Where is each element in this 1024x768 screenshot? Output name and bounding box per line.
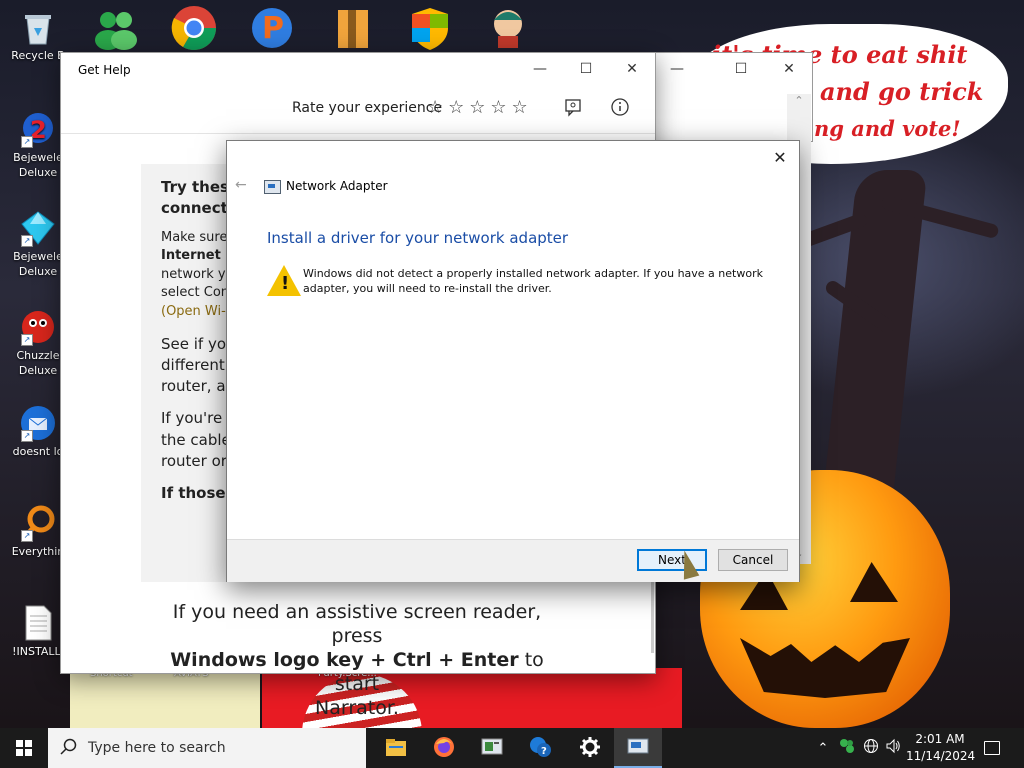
card-text: router, an [161, 377, 236, 395]
chrome-icon[interactable] [170, 4, 218, 52]
rating-stars[interactable]: ☆☆☆☆☆ [427, 97, 533, 118]
game-character-icon[interactable] [484, 4, 532, 52]
taskbar-network-adapter[interactable] [614, 728, 662, 768]
notification-center-button[interactable] [978, 728, 1006, 768]
desktop-icon-label: Recycle B [11, 49, 65, 62]
taskbar-get-help[interactable]: ? [516, 728, 564, 768]
close-button[interactable]: ✕ [609, 53, 655, 85]
file-explorer-icon [385, 737, 407, 760]
dialog-footer: Next Cancel [227, 539, 799, 582]
dialog-heading: Install a driver for your network adapte… [267, 229, 569, 247]
narrator-shortcut: Windows logo key + Ctrl + Enter [170, 649, 519, 671]
everything-search-icon: ↗ [19, 504, 57, 542]
rate-experience-label: Rate your experience [292, 100, 443, 116]
dialog-message: Windows did not detect a properly instal… [303, 267, 763, 295]
cancel-button[interactable]: Cancel [718, 549, 788, 571]
card-text: the cable [161, 431, 231, 449]
card-text: See if you [161, 335, 236, 353]
clock-time: 2:01 AM [915, 732, 965, 746]
chuzzle-icon: ↗ [19, 308, 57, 346]
system-tray: ⌃ [812, 728, 904, 768]
narrator-text: If you need an assistive screen reader, … [172, 601, 542, 647]
maximize-button[interactable]: ☐ [718, 53, 764, 85]
document-icon [19, 604, 57, 642]
search-icon [60, 738, 80, 758]
open-wifi-settings-link[interactable]: (Open Wi-F [161, 304, 233, 319]
archive-icon[interactable] [330, 4, 378, 52]
shortcut-arrow-icon: ↗ [21, 334, 33, 346]
narrator-text: Narrator. [315, 697, 399, 719]
firefox-icon [433, 736, 455, 761]
start-button[interactable] [0, 728, 48, 768]
maximize-button[interactable]: ☐ [563, 53, 609, 85]
close-button[interactable]: ✕ [766, 53, 812, 85]
feedback-icon[interactable] [562, 97, 584, 119]
taskbar-search-box[interactable]: Type here to search [48, 728, 366, 768]
bejeweled-icon: ↗ [19, 209, 57, 247]
tray-app-icon[interactable] [834, 738, 860, 758]
pumpkin-eye [850, 562, 898, 602]
notification-icon [984, 741, 1000, 755]
info-icon[interactable] [609, 97, 631, 119]
chevron-up-icon[interactable]: ⌃ [812, 741, 834, 756]
card-heading: connecti [161, 199, 233, 217]
pumpkin-mouth [740, 638, 910, 698]
windows-logo-icon [16, 740, 32, 756]
get-help-icon: ? [529, 736, 551, 761]
header-divider [61, 133, 655, 134]
svg-text:?: ? [541, 746, 547, 757]
taskbar-network-app[interactable] [468, 728, 516, 768]
taskbar: Type here to search ? ⌃ 2:01 AM 11/14/20… [0, 728, 1024, 768]
svg-text:P: P [262, 11, 284, 46]
scroll-up-icon[interactable]: ⌃ [787, 94, 811, 107]
network-adapter-icon [264, 180, 281, 194]
network-adapter-icon [627, 737, 649, 758]
desktop-icon-label: Bejewele Deluxe [13, 151, 63, 179]
shortcut-arrow-icon: ↗ [21, 235, 33, 247]
minimize-button[interactable]: — [517, 53, 563, 85]
recycle-bin-icon [19, 8, 57, 46]
card-text: Internet > [161, 248, 237, 263]
card-text: Make sure [161, 230, 228, 245]
minimize-button[interactable]: — [654, 53, 700, 85]
card-text: network yo [161, 267, 234, 282]
shortcut-arrow-icon: ↗ [21, 530, 33, 542]
settings-icon [579, 736, 601, 761]
search-placeholder: Type here to search [88, 740, 226, 756]
warning-exclamation: ! [281, 273, 290, 294]
bejeweled-2-icon: 2 ↗ [19, 110, 57, 148]
windows-defender-icon[interactable] [406, 4, 454, 52]
card-text: router or [161, 452, 227, 470]
network-globe-icon[interactable] [860, 738, 882, 758]
close-button[interactable]: ✕ [765, 145, 795, 169]
dialog-title: Network Adapter [286, 179, 388, 193]
thunderbird-icon: ↗ [19, 404, 57, 442]
volume-icon[interactable] [882, 738, 904, 758]
desktop-icon-label: Bejewele Deluxe [13, 250, 63, 278]
window-title: Get Help [78, 63, 131, 77]
network-app-icon [481, 737, 503, 760]
network-adapter-dialog: ✕ ← Network Adapter Install a driver for… [226, 140, 800, 582]
desktop-icon-label: Chuzzle Deluxe [16, 349, 60, 377]
narrator-hint: If you need an assistive screen reader, … [157, 600, 557, 720]
taskbar-settings[interactable] [566, 728, 614, 768]
shortcut-arrow-icon: ↗ [21, 136, 33, 148]
clock-date: 11/14/2024 [906, 749, 976, 763]
back-arrow-icon[interactable]: ← [235, 177, 247, 193]
desktop-icon-label: doesnt lo [12, 445, 64, 458]
contacts-shortcut-icon[interactable] [92, 4, 140, 52]
wallpaper-tree [822, 170, 928, 500]
taskbar-firefox[interactable] [420, 728, 468, 768]
desktop-icon-label: Everythin [11, 545, 65, 558]
peggle-icon[interactable]: P [248, 4, 296, 52]
desktop-icon-label: !INSTALLI [12, 645, 64, 658]
taskbar-clock[interactable]: 2:01 AM 11/14/2024 [906, 731, 976, 765]
shortcut-arrow-icon: ↗ [21, 430, 33, 442]
taskbar-file-explorer[interactable] [372, 728, 420, 768]
